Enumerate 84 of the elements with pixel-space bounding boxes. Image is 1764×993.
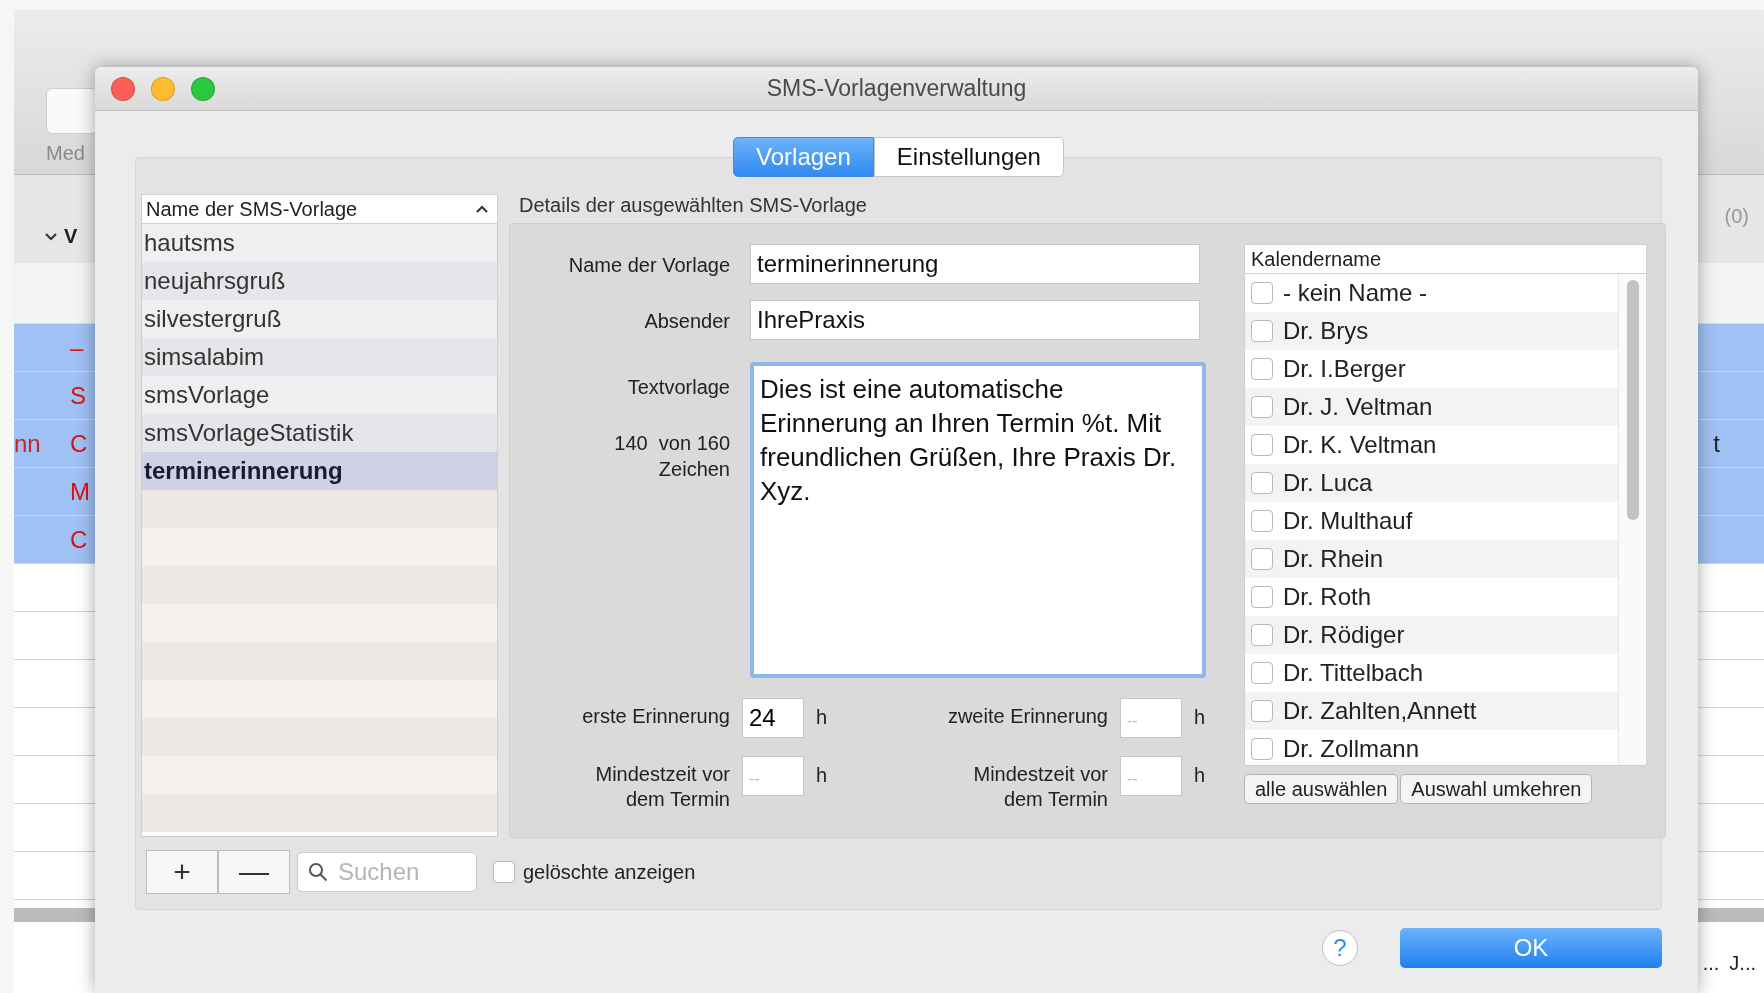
table-cell: J... xyxy=(1729,952,1756,975)
checkbox[interactable] xyxy=(1251,700,1273,722)
checkbox[interactable] xyxy=(1251,738,1273,760)
toolbar-label: Med xyxy=(46,142,85,165)
table-cell: nn xyxy=(14,429,41,457)
checkbox-label: Dr. Zahlten,Annett xyxy=(1283,697,1477,725)
counter-text: (0) xyxy=(1724,204,1750,228)
checkbox[interactable] xyxy=(1251,358,1273,380)
column-header: V xyxy=(64,225,78,248)
field-label: Textvorlage xyxy=(627,375,730,400)
unit-label: h xyxy=(816,705,829,729)
scrollbar-thumb[interactable] xyxy=(1626,280,1639,520)
checkbox-label: Dr. Rödiger xyxy=(1283,621,1405,649)
text-area[interactable]: Dies ist eine automatische Erinnerung an Ihren Termin %t. Mit freundlichen Grüßen, Ihre Praxis Dr. Xyz. xyxy=(750,362,1206,678)
field-label: Name der Vorlage xyxy=(567,253,730,278)
checkbox[interactable] xyxy=(1251,472,1273,494)
button[interactable]: alle auswählen xyxy=(1244,774,1399,804)
list-item[interactable]: smsVorlage xyxy=(142,376,497,414)
section-title: Details der ausgewählten SMS-Vorlage xyxy=(519,194,868,217)
field-label: Absender xyxy=(643,309,730,334)
table-cell: ... xyxy=(1702,952,1720,975)
add-button[interactable]: + xyxy=(146,850,218,894)
table-cell: S xyxy=(70,381,86,409)
sort-caret-icon xyxy=(475,204,489,214)
table-cell: – xyxy=(70,333,84,361)
list-item[interactable]: neujahrsgruß xyxy=(142,262,497,300)
tab[interactable]: Einstellungen xyxy=(873,137,1064,177)
chevron-icon xyxy=(44,231,58,242)
list-item[interactable]: terminerinnerung xyxy=(142,452,497,490)
table-cell: M xyxy=(70,477,90,505)
checkbox-label: Dr. K. Veltman xyxy=(1283,431,1437,459)
list-item[interactable]: smsVorlageStatistik xyxy=(142,414,497,452)
input-field[interactable]: -- xyxy=(1120,698,1182,738)
checkbox[interactable] xyxy=(1251,320,1273,342)
minimize-icon[interactable] xyxy=(151,76,175,101)
unit-label: h xyxy=(816,763,829,787)
window-title: SMS-Vorlagenverwaltung xyxy=(766,75,1027,102)
remove-button[interactable]: — xyxy=(218,850,290,894)
button[interactable]: Auswahl umkehren xyxy=(1400,774,1593,804)
checkbox-label: Dr. Multhauf xyxy=(1283,507,1413,535)
field-label: Mindestzeit vor dem Termin xyxy=(972,762,1108,812)
checkbox-label: Dr. I.Berger xyxy=(1283,355,1406,383)
input-field[interactable]: -- xyxy=(742,756,804,796)
character-count-unit: Zeichen xyxy=(658,457,730,482)
table-cell: C xyxy=(70,525,88,553)
checkbox[interactable] xyxy=(1251,548,1273,570)
list-item[interactable]: silvestergruß xyxy=(142,300,497,338)
checkbox-label: Dr. Roth xyxy=(1283,583,1372,611)
close-icon[interactable] xyxy=(111,76,135,101)
checkbox[interactable] xyxy=(1251,662,1273,684)
unit-label: h xyxy=(1194,705,1207,729)
field-label: Mindestzeit vor dem Termin xyxy=(594,762,730,812)
input-field[interactable]: terminerinnerung xyxy=(750,244,1200,284)
table-cell: C xyxy=(70,429,88,457)
checkbox-label: - kein Name - xyxy=(1283,279,1428,307)
search-field[interactable]: Suchen xyxy=(297,852,477,892)
checkbox[interactable] xyxy=(1251,586,1273,608)
unit-label: h xyxy=(1194,763,1207,787)
checkbox[interactable] xyxy=(1251,624,1273,646)
checkbox-label: Dr. Brys xyxy=(1283,317,1369,345)
checkbox-label: Dr. Luca xyxy=(1283,469,1373,497)
list-item[interactable]: simsalabim xyxy=(142,338,497,376)
checkbox-label: gelöschte anzeigen xyxy=(523,860,696,884)
checkbox[interactable] xyxy=(493,861,515,883)
field-label: zweite Erinnerung xyxy=(947,704,1108,729)
checkbox-label: Dr. J. Veltman xyxy=(1283,393,1433,421)
zoom-icon[interactable] xyxy=(191,76,215,101)
toolbar-button[interactable] xyxy=(46,88,98,134)
column-header[interactable]: Kalendername xyxy=(1251,247,1382,271)
checkbox-label: Dr. Tittelbach xyxy=(1283,659,1424,687)
input-field[interactable]: -- xyxy=(1120,756,1182,796)
checkbox[interactable] xyxy=(1251,510,1273,532)
field-label: erste Erinnerung xyxy=(582,704,730,729)
checkbox[interactable] xyxy=(1251,282,1273,304)
character-count: 140 von 160 xyxy=(614,431,730,456)
search-icon xyxy=(308,862,328,882)
input-field[interactable]: 24 xyxy=(742,698,804,738)
table-cell: t xyxy=(1713,429,1720,458)
checkbox[interactable] xyxy=(1251,434,1273,456)
checkbox-label: Dr. Zollmann xyxy=(1283,735,1420,763)
checkbox-label: Dr. Rhein xyxy=(1283,545,1384,573)
list-item[interactable]: hautsms xyxy=(142,224,497,262)
input-field[interactable]: IhrePraxis xyxy=(750,300,1200,340)
checkbox[interactable] xyxy=(1251,396,1273,418)
